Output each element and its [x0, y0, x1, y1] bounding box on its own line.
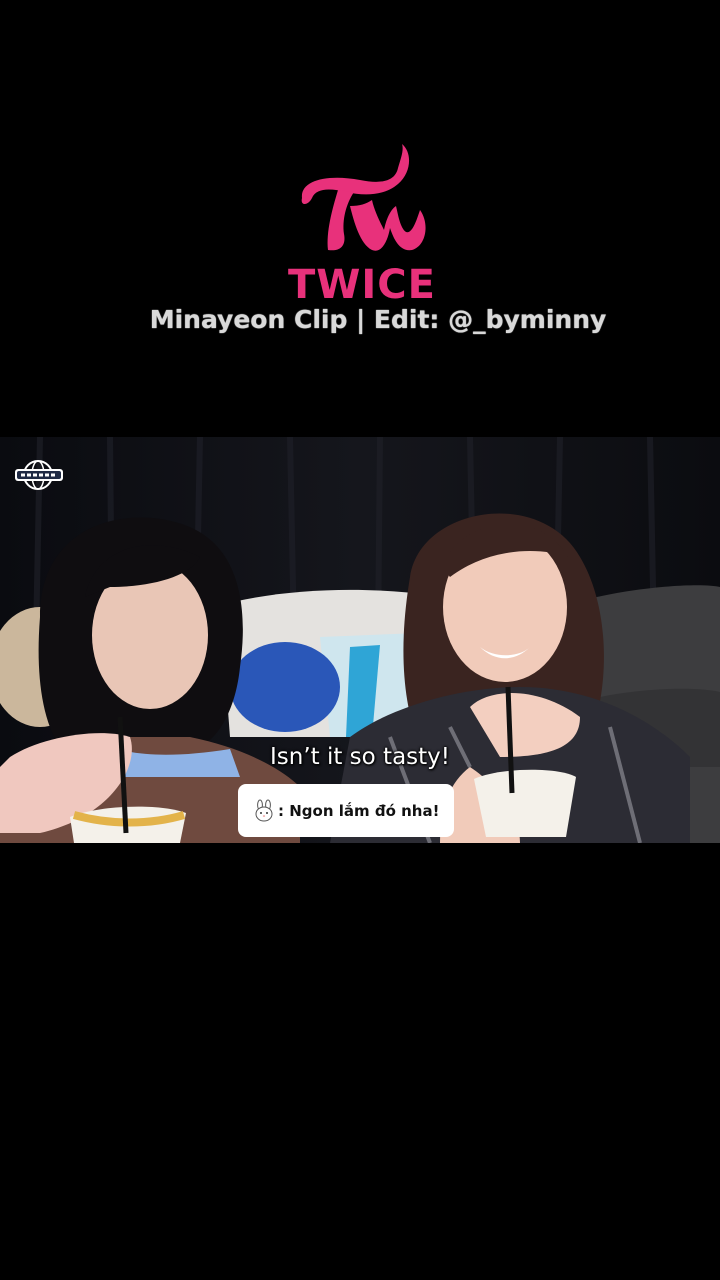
twice-globe-badge-icon: [15, 460, 63, 490]
video-scene-image: [0, 437, 720, 843]
video-frame[interactable]: Isn’t it so tasty! : Ngon lắm đó nha!: [0, 437, 720, 843]
subtitle-vietnamese-text: : Ngon lắm đó nha!: [278, 801, 440, 820]
twice-logo: [280, 140, 440, 270]
twice-logo-icon: [301, 144, 426, 251]
bunny-icon: [255, 799, 273, 821]
edit-credit-text: Minayeon Clip | Edit: @_byminny: [149, 305, 607, 334]
subtitle-english: Isn’t it so tasty!: [269, 744, 450, 770]
video-post: TWICE Minayeon Clip | Edit: @_byminny Is…: [0, 0, 720, 1280]
subtitle-vietnamese-box: : Ngon lắm đó nha!: [238, 784, 454, 837]
